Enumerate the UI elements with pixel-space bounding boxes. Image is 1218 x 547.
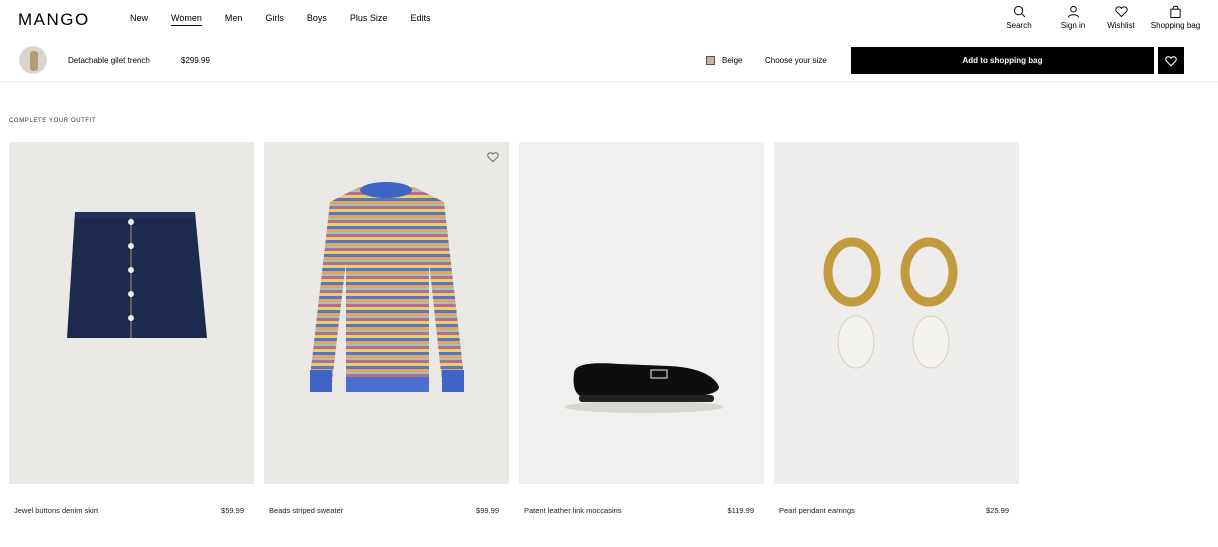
product-thumbnail [19,46,47,74]
add-to-wishlist-button[interactable] [1158,47,1184,74]
nav-link-men[interactable]: Men [225,13,243,26]
product-card[interactable]: Beads striped sweater $99.99 [264,142,509,527]
nav-link-women[interactable]: Women [171,13,202,26]
wishlist-button[interactable]: Wishlist [1106,5,1136,30]
product-name: Detachable gilet trench [68,56,150,65]
search-icon [1013,5,1025,18]
product-price: $299.99 [181,56,210,65]
shopping-bag-label: Shopping bag [1150,21,1201,30]
product-sticky-bar: Detachable gilet trench $299.99 Beige Ch… [0,40,1218,82]
product-name[interactable]: Pearl pendant earrings [779,506,855,515]
heart-icon [1114,6,1128,18]
product-image[interactable] [264,142,509,484]
user-icon [1067,5,1079,18]
nav-link-plus-size[interactable]: Plus Size [350,13,388,26]
product-card[interactable]: Jewel buttons denim skirt $59.99 [9,142,254,527]
product-name[interactable]: Beads striped sweater [269,506,343,515]
shopping-bag-button[interactable]: Shopping bag [1148,5,1203,30]
nav-link-edits[interactable]: Edits [410,13,430,26]
product-name[interactable]: Jewel buttons denim skirt [14,506,98,515]
striped-sweater-image [310,182,464,392]
main-menu: New Women Men Girls Boys Plus Size Edits [130,13,453,26]
shopping-bag-icon [1170,5,1181,18]
product-name[interactable]: Patent leather link moccasins [524,506,622,515]
product-price: $59.99 [221,506,244,515]
add-to-bag-button[interactable]: Add to shopping bag [851,47,1154,74]
product-price: $99.99 [476,506,499,515]
product-price: $119.99 [727,506,754,515]
brand-logo[interactable]: MANGO [18,10,90,30]
product-image[interactable] [519,142,764,484]
color-swatch[interactable] [706,56,715,65]
color-name[interactable]: Beige [722,56,742,65]
product-image[interactable] [774,142,1019,484]
product-card[interactable]: Pearl pendant earrings $25.99 [774,142,1019,527]
product-image[interactable] [9,142,254,484]
wishlist-heart-icon[interactable] [487,151,499,163]
section-title: COMPLETE YOUR OUTFIT [9,118,97,124]
nav-link-girls[interactable]: Girls [265,13,284,26]
outfit-grid: Jewel buttons denim skirt $59.99 Beads s… [9,142,1020,542]
product-price: $25.99 [986,506,1009,515]
moccasin-image [564,363,724,413]
pearl-earrings-image [823,237,958,369]
nav-link-boys[interactable]: Boys [307,13,327,26]
size-selector[interactable]: Choose your size [765,56,827,65]
wishlist-label: Wishlist [1107,21,1135,30]
search-label: Search [1006,21,1032,30]
denim-skirt-image [67,212,207,338]
heart-icon [1165,55,1177,67]
top-nav: MANGO New Women Men Girls Boys Plus Size… [0,0,1218,40]
nav-link-new[interactable]: New [130,13,148,26]
product-card[interactable]: Patent leather link moccasins $119.99 [519,142,764,527]
sign-in-button[interactable]: Sign in [1058,5,1088,30]
sign-in-label: Sign in [1060,21,1086,30]
search-button[interactable]: Search [1004,5,1034,30]
